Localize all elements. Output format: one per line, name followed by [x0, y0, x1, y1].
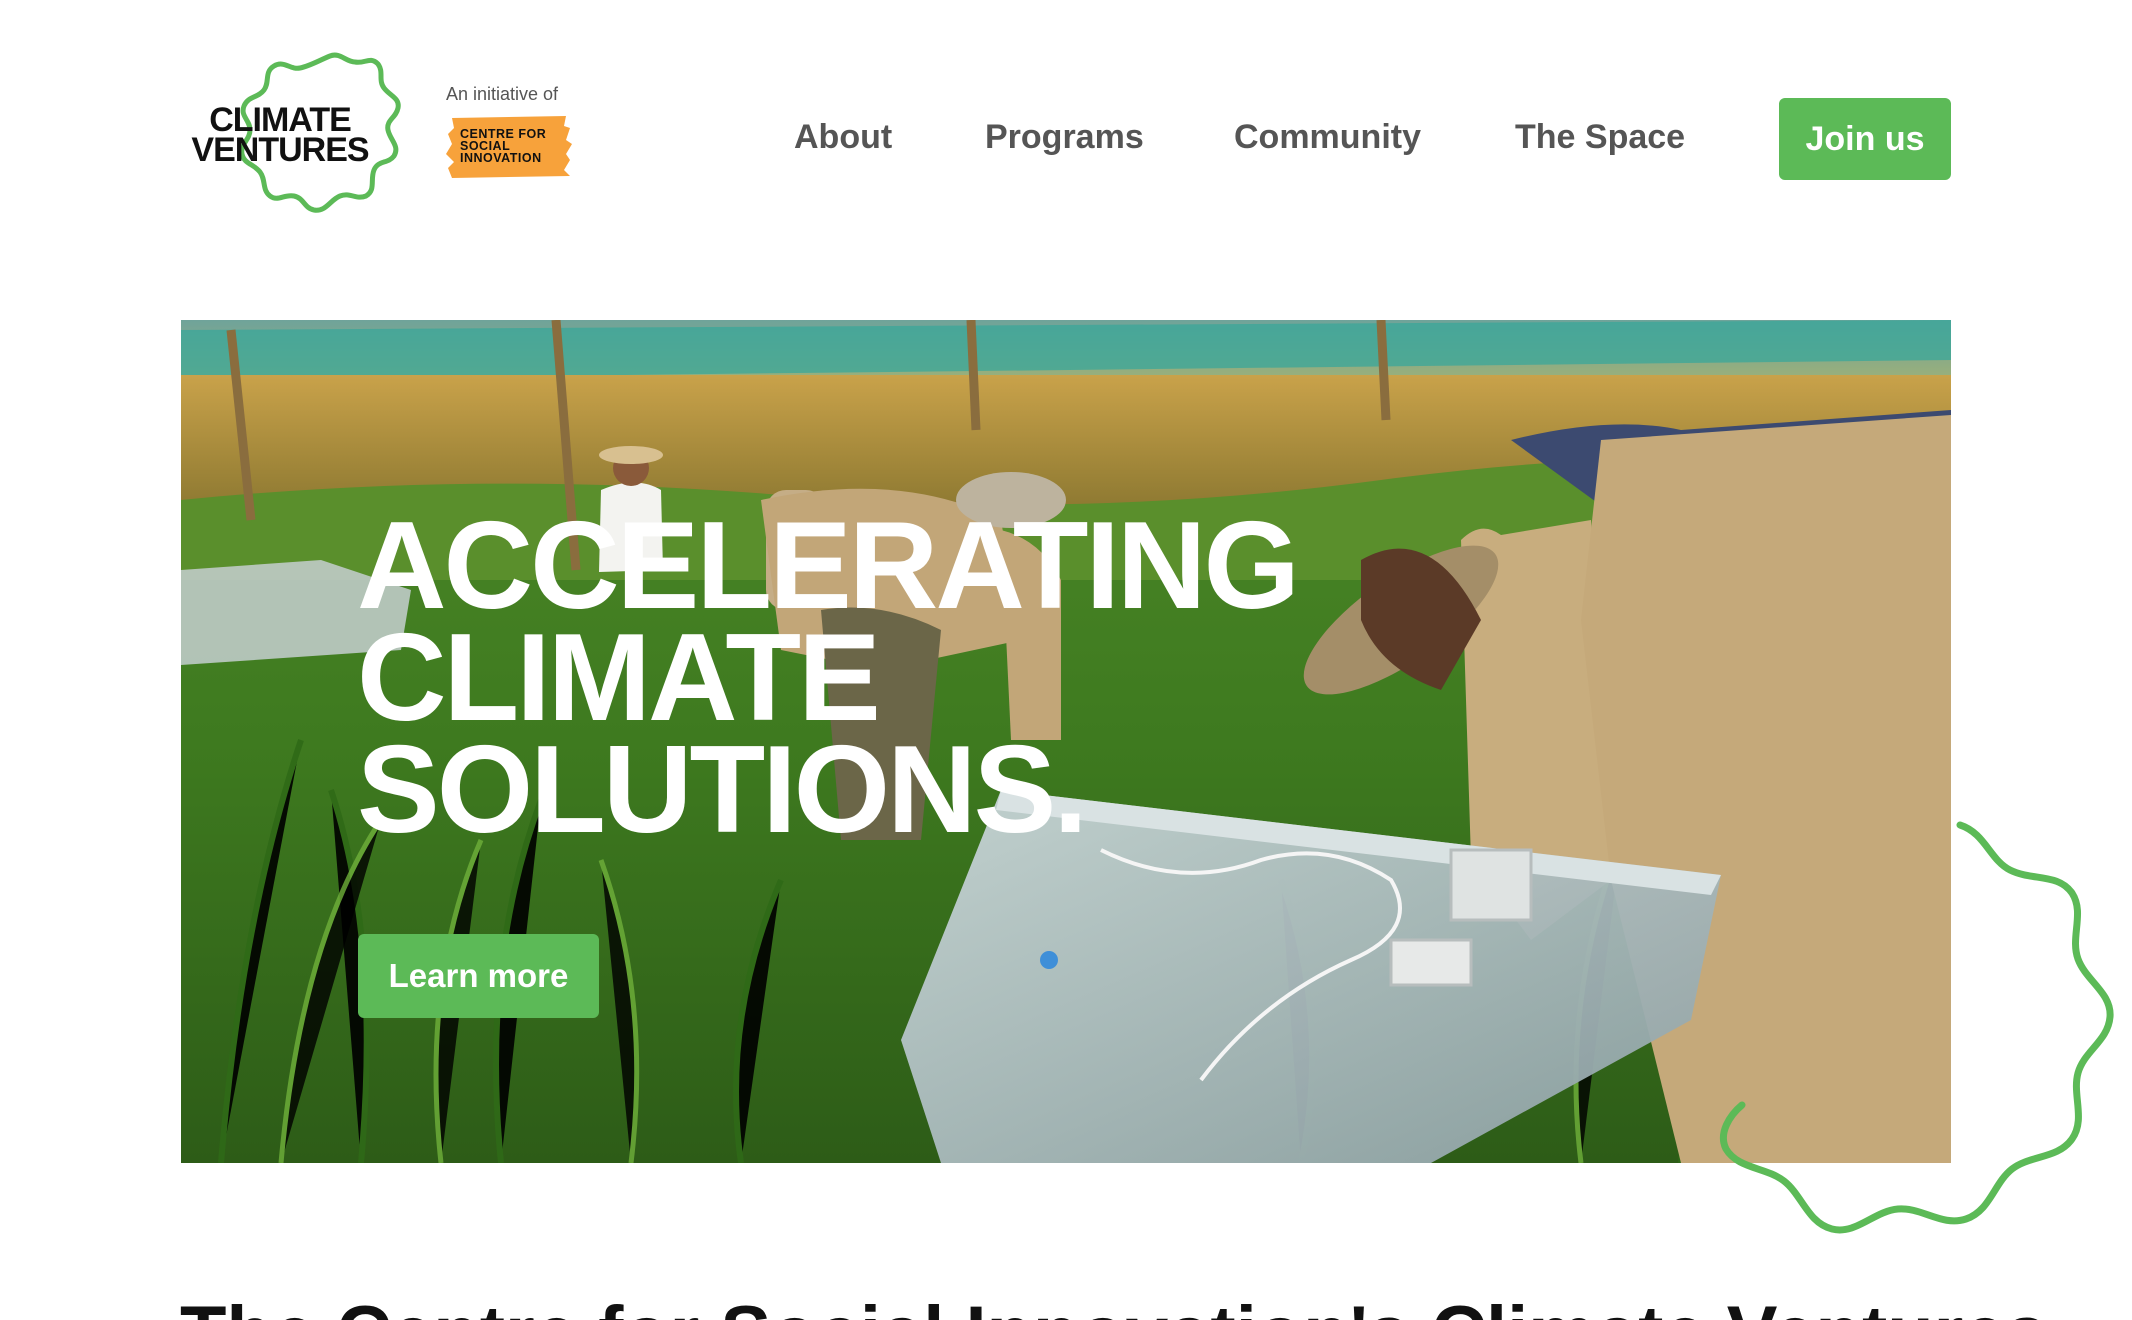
hero-headline-line-3: SOLUTIONS.: [357, 721, 1088, 859]
hero-headline-line-2: CLIMATE: [357, 609, 881, 747]
site-header: CLIMATE VENTURES An initiative of CENTRE…: [0, 0, 2132, 280]
decorative-wavy-circle-icon: [1719, 821, 2114, 1234]
hero-headline-line-1: ACCELERATING: [357, 497, 1300, 635]
nav-item-about[interactable]: About: [794, 118, 892, 157]
learn-more-button[interactable]: Learn more: [358, 934, 599, 1018]
nav-item-programs[interactable]: Programs: [985, 118, 1144, 157]
section-heading: The Centre for Social Innovation's Clima…: [180, 1296, 2048, 1320]
hero-headline: ACCELERATING CLIMATE SOLUTIONS.: [357, 497, 1300, 859]
nav-item-community[interactable]: Community: [1234, 118, 1421, 157]
nav-item-the-space[interactable]: The Space: [1515, 118, 1685, 157]
join-us-button[interactable]: Join us: [1779, 98, 1951, 180]
